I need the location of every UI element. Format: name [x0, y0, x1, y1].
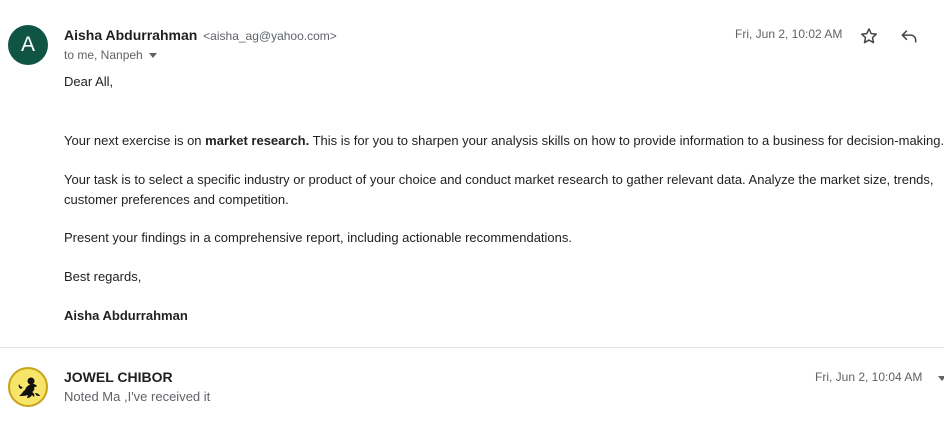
greeting: Dear All,: [64, 74, 114, 89]
chevron-down-icon[interactable]: [938, 376, 944, 381]
star-icon: [861, 28, 877, 44]
monkey-avatar-icon: [18, 377, 40, 398]
body-paragraph-1: Your next exercise is on market research…: [64, 133, 944, 148]
reply-button[interactable]: [899, 26, 919, 46]
bold-phrase: market research.: [205, 133, 310, 148]
message-date: Fri, Jun 2, 10:02 AM: [735, 27, 843, 41]
sender-email: <aisha_ag@yahoo.com>: [203, 29, 337, 43]
chevron-down-icon[interactable]: [148, 52, 157, 58]
body-paragraph-3: Present your findings in a comprehensive…: [64, 230, 573, 245]
sender-name-2[interactable]: JOWEL CHIBOR: [64, 369, 173, 385]
message-divider: [0, 347, 944, 348]
star-button[interactable]: [859, 26, 879, 46]
sender-line: Aisha Abdurrahman <aisha_ag@yahoo.com>: [64, 26, 337, 45]
sender-avatar[interactable]: A: [8, 25, 48, 65]
sender-name[interactable]: Aisha Abdurrahman: [64, 27, 197, 43]
reply-icon: [901, 30, 917, 43]
sender-avatar-2[interactable]: [8, 367, 48, 407]
recipients-label: to me, Nanpeh: [64, 48, 143, 62]
body-paragraph-2: Your task is to select a specific indust…: [64, 172, 934, 207]
message-date-2: Fri, Jun 2, 10:04 AM: [815, 370, 923, 384]
signature: Aisha Abdurrahman: [64, 308, 188, 323]
message-snippet[interactable]: Noted Ma ,I've received it: [64, 389, 210, 404]
recipients-toggle[interactable]: to me, Nanpeh: [64, 47, 157, 63]
closing: Best regards,: [64, 269, 142, 284]
